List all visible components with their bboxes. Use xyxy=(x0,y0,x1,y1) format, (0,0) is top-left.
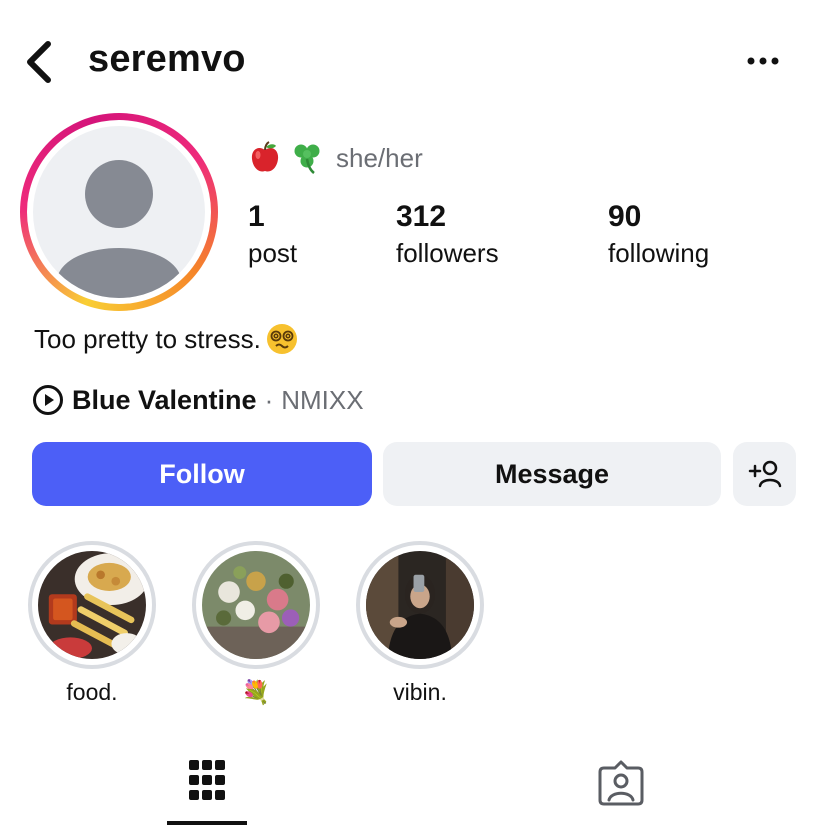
following-count: 90 xyxy=(608,200,642,233)
tab-posts-grid[interactable] xyxy=(167,748,247,822)
highlight-label: vibin. xyxy=(393,679,447,705)
dizzy-face-emoji-icon xyxy=(265,322,299,356)
highlight-cover-flowers xyxy=(202,551,310,659)
music-separator: · xyxy=(264,384,274,415)
followers-label: followers xyxy=(396,238,499,268)
stat-followers[interactable]: 312 followers xyxy=(396,200,499,270)
profile-music[interactable]: Blue Valentine · NMIXX xyxy=(32,384,364,416)
stat-following[interactable]: 90 following xyxy=(608,200,709,270)
play-circle-icon xyxy=(33,385,63,415)
profile-page: seremvo she/her 1 post 312 followers 90 … xyxy=(0,0,828,826)
artist-name: NMIXX xyxy=(281,384,364,415)
highlight-vibin[interactable]: vibin. xyxy=(356,541,484,707)
highlight-label: 💐 xyxy=(241,679,271,705)
highlight-cover-food xyxy=(38,551,146,659)
grid-icon xyxy=(189,760,225,800)
follow-button[interactable]: Follow xyxy=(32,442,372,506)
tagged-icon xyxy=(598,760,644,806)
profile-username: seremvo xyxy=(88,38,246,80)
clover-emoji-icon xyxy=(290,141,324,175)
apple-emoji-icon xyxy=(248,141,282,175)
stat-posts[interactable]: 1 post xyxy=(248,200,297,270)
avatar xyxy=(33,126,205,298)
bio-text: Too pretty to stress. xyxy=(34,323,261,354)
suggested-users-button[interactable] xyxy=(733,442,796,506)
more-horizontal-icon xyxy=(747,57,779,65)
active-tab-indicator xyxy=(167,821,247,825)
highlight-food[interactable]: food. xyxy=(28,541,156,707)
pronouns-text: she/her xyxy=(336,142,423,173)
highlight-cover-vibin xyxy=(366,551,474,659)
message-button[interactable]: Message xyxy=(383,442,721,506)
chevron-left-icon xyxy=(27,41,51,83)
bio: Too pretty to stress. xyxy=(34,322,299,356)
back-button[interactable] xyxy=(22,40,58,84)
followers-count: 312 xyxy=(396,200,447,233)
tab-tagged[interactable] xyxy=(581,748,661,822)
song-title: Blue Valentine xyxy=(72,384,257,415)
posts-count: 1 xyxy=(248,200,265,233)
posts-label: post xyxy=(248,238,298,268)
default-avatar-icon xyxy=(57,160,181,298)
more-options-button[interactable] xyxy=(746,52,780,70)
avatar-story-ring[interactable] xyxy=(20,113,218,311)
pronouns-row: she/her xyxy=(248,140,423,176)
highlight-label: food. xyxy=(66,679,118,705)
add-user-icon xyxy=(748,460,781,488)
following-label: following xyxy=(608,238,710,268)
highlight-bouquet[interactable]: 💐 xyxy=(192,541,320,707)
